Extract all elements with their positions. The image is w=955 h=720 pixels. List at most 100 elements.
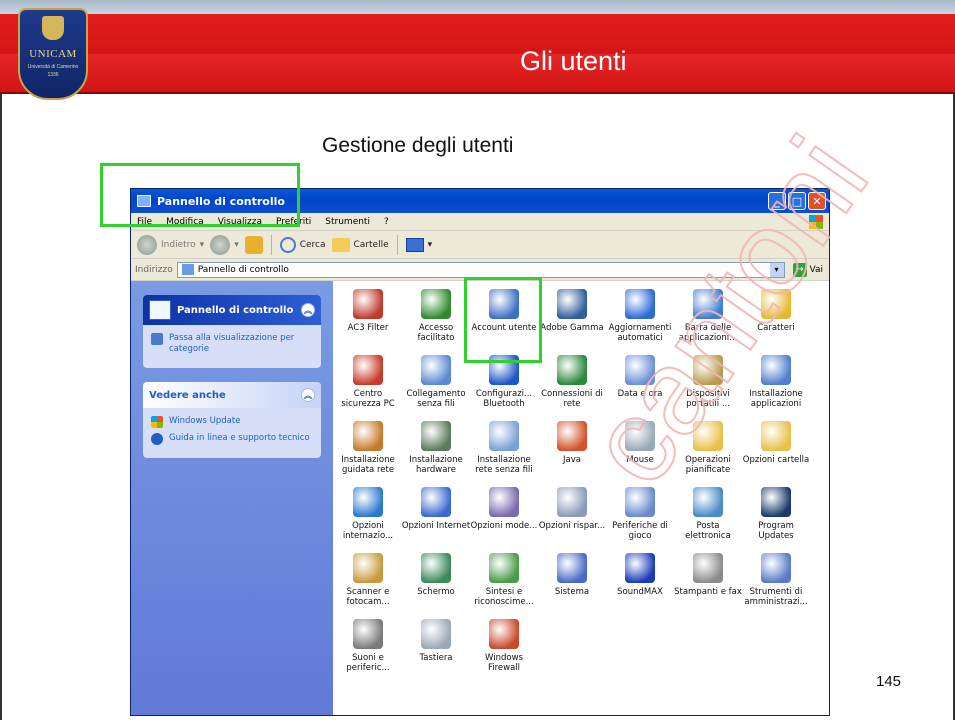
cp-item-label: AC3 Filter <box>347 323 389 333</box>
network-setup-icon <box>353 421 383 451</box>
cp-item[interactable]: Scanner e fotocam... <box>333 553 403 607</box>
cp-item[interactable]: Java <box>537 421 607 465</box>
help-support-label: Guida in linea e supporto tecnico <box>169 433 310 443</box>
cp-item[interactable]: Caratteri <box>741 289 811 333</box>
cp-item[interactable]: Aggiornamenti automatici <box>605 289 675 343</box>
search-button[interactable]: Cerca <box>279 236 326 253</box>
cp-item[interactable]: Collegamento senza fili <box>401 355 471 409</box>
cp-item[interactable]: Posta elettronica <box>673 487 743 541</box>
window-controls: _ □ ✕ <box>768 192 826 210</box>
menu-help[interactable]: ? <box>384 217 389 227</box>
cp-item[interactable]: Mouse <box>605 421 675 465</box>
folders-icon <box>331 237 350 252</box>
user-accounts-icon <box>489 289 519 319</box>
windows-update-icon <box>151 416 163 428</box>
folders-button[interactable]: Cartelle <box>331 237 389 252</box>
cp-item[interactable]: Opzioni mode... <box>469 487 539 531</box>
menu-view[interactable]: Visualizza <box>218 217 262 227</box>
cp-item[interactable]: Barra delle applicazioni... <box>673 289 743 343</box>
cp-item-label: Scanner e fotocam... <box>346 587 390 607</box>
cp-item[interactable]: Strumenti di amministrazi... <box>741 553 811 607</box>
window-titlebar[interactable]: Pannello di controllo _ □ ✕ <box>131 189 829 213</box>
cp-item-label: Data e ora <box>617 389 663 399</box>
forward-dropdown-icon[interactable]: ▾ <box>234 240 239 250</box>
back-dropdown-icon[interactable]: ▾ <box>200 240 205 250</box>
search-label: Cerca <box>299 239 326 250</box>
cp-item[interactable]: Installazione guidata rete <box>333 421 403 475</box>
views-dropdown-icon[interactable]: ▾ <box>428 240 433 250</box>
cp-item[interactable]: Periferiche di gioco <box>605 487 675 541</box>
window-content: Pannello di controllo ︽ Passa alla visua… <box>131 281 829 715</box>
mouse-icon <box>625 421 655 451</box>
control-panel-checklist-icon <box>149 300 171 320</box>
printers-fax-icon <box>693 553 723 583</box>
cp-item[interactable]: Stampanti e fax <box>673 553 743 597</box>
cp-item[interactable]: SoundMAX <box>605 553 675 597</box>
close-button[interactable]: ✕ <box>808 192 826 210</box>
switch-category-view-link[interactable]: Passa alla visualizzazione per categorie <box>151 333 313 355</box>
cp-item[interactable]: Operazioni pianificate <box>673 421 743 475</box>
maximize-button[interactable]: □ <box>788 192 806 210</box>
cp-item-label: Opzioni cartella <box>742 455 810 465</box>
address-dropdown-icon[interactable]: ▾ <box>769 262 784 277</box>
cp-item[interactable]: Tastiera <box>401 619 471 663</box>
control-panel-icon <box>137 195 151 207</box>
firewall-icon <box>489 619 519 649</box>
forward-button[interactable]: ▾ <box>210 234 239 255</box>
cp-item[interactable]: Opzioni rispar... <box>537 487 607 531</box>
cp-item[interactable]: Account utente <box>469 289 539 333</box>
see-also-box: Vedere anche ︽ Windows Update Guida in l… <box>143 382 321 458</box>
cp-item[interactable]: Windows Firewall <box>469 619 539 673</box>
security-center-icon <box>353 355 383 385</box>
views-button[interactable]: ▾ <box>405 237 433 252</box>
go-button[interactable]: → Vai <box>792 262 823 277</box>
cp-item[interactable]: Adobe Gamma <box>537 289 607 333</box>
minimize-button[interactable]: _ <box>768 192 786 210</box>
cp-item[interactable]: Suoni e periferic... <box>333 619 403 673</box>
collapse-chevron-icon[interactable]: ︽ <box>301 303 315 317</box>
cp-item[interactable]: Installazione rete senza fili <box>469 421 539 475</box>
cp-item[interactable]: Opzioni cartella <box>741 421 811 465</box>
ac3-filter-icon <box>353 289 383 319</box>
cp-item[interactable]: Installazione applicazioni <box>741 355 811 409</box>
menu-tools[interactable]: Strumenti <box>325 217 370 227</box>
help-support-link[interactable]: Guida in linea e supporto tecnico <box>151 433 313 445</box>
cp-item[interactable]: Program Updates <box>741 487 811 541</box>
cp-item[interactable]: Connessioni di rete <box>537 355 607 409</box>
cp-item[interactable]: Centro sicurezza PC <box>333 355 403 409</box>
slide-title: Gli utenti <box>520 46 627 76</box>
cp-item[interactable]: Installazione hardware <box>401 421 471 475</box>
cp-item[interactable]: Sistema <box>537 553 607 597</box>
address-field[interactable]: Pannello di controllo ▾ <box>176 261 785 278</box>
soundmax-icon <box>625 553 655 583</box>
scheduled-tasks-icon <box>693 421 723 451</box>
add-remove-programs-icon <box>761 355 791 385</box>
see-also-box-header[interactable]: Vedere anche ︽ <box>143 382 321 408</box>
up-folder-icon[interactable] <box>244 235 263 254</box>
control-panel-box-header[interactable]: Pannello di controllo ︽ <box>143 295 321 325</box>
logo-year: 1336 <box>47 72 59 78</box>
cp-item-label: Installazione applicazioni <box>749 389 803 409</box>
game-controllers-icon <box>625 487 655 517</box>
cp-item[interactable]: Configurazi... Bluetooth <box>469 355 539 409</box>
menu-file[interactable]: File <box>137 217 152 227</box>
cp-item-label: Aggiornamenti automatici <box>608 323 672 343</box>
cp-item[interactable]: Dispositivi portatili ... <box>673 355 743 409</box>
go-arrow-icon: → <box>792 262 807 277</box>
menu-edit[interactable]: Modifica <box>166 217 204 227</box>
cp-item-label: Mouse <box>626 455 654 465</box>
cp-item-label: Opzioni Internet <box>401 521 471 531</box>
cp-item[interactable]: Data e ora <box>605 355 675 399</box>
date-time-icon <box>625 355 655 385</box>
cp-item[interactable]: AC3 Filter <box>333 289 403 333</box>
windows-update-link[interactable]: Windows Update <box>151 416 313 428</box>
cp-item[interactable]: Schermo <box>401 553 471 597</box>
cp-item[interactable]: Accesso facilitato <box>401 289 471 343</box>
menu-favorites[interactable]: Preferiti <box>276 217 311 227</box>
cp-item[interactable]: Sintesi e riconoscime... <box>469 553 539 607</box>
cp-item[interactable]: Opzioni internazio... <box>333 487 403 541</box>
back-button[interactable]: Indietro ▾ <box>137 234 205 255</box>
cp-item-label: Configurazi... Bluetooth <box>475 389 533 409</box>
cp-item[interactable]: Opzioni Internet <box>401 487 471 531</box>
collapse-chevron-icon[interactable]: ︽ <box>301 388 315 402</box>
